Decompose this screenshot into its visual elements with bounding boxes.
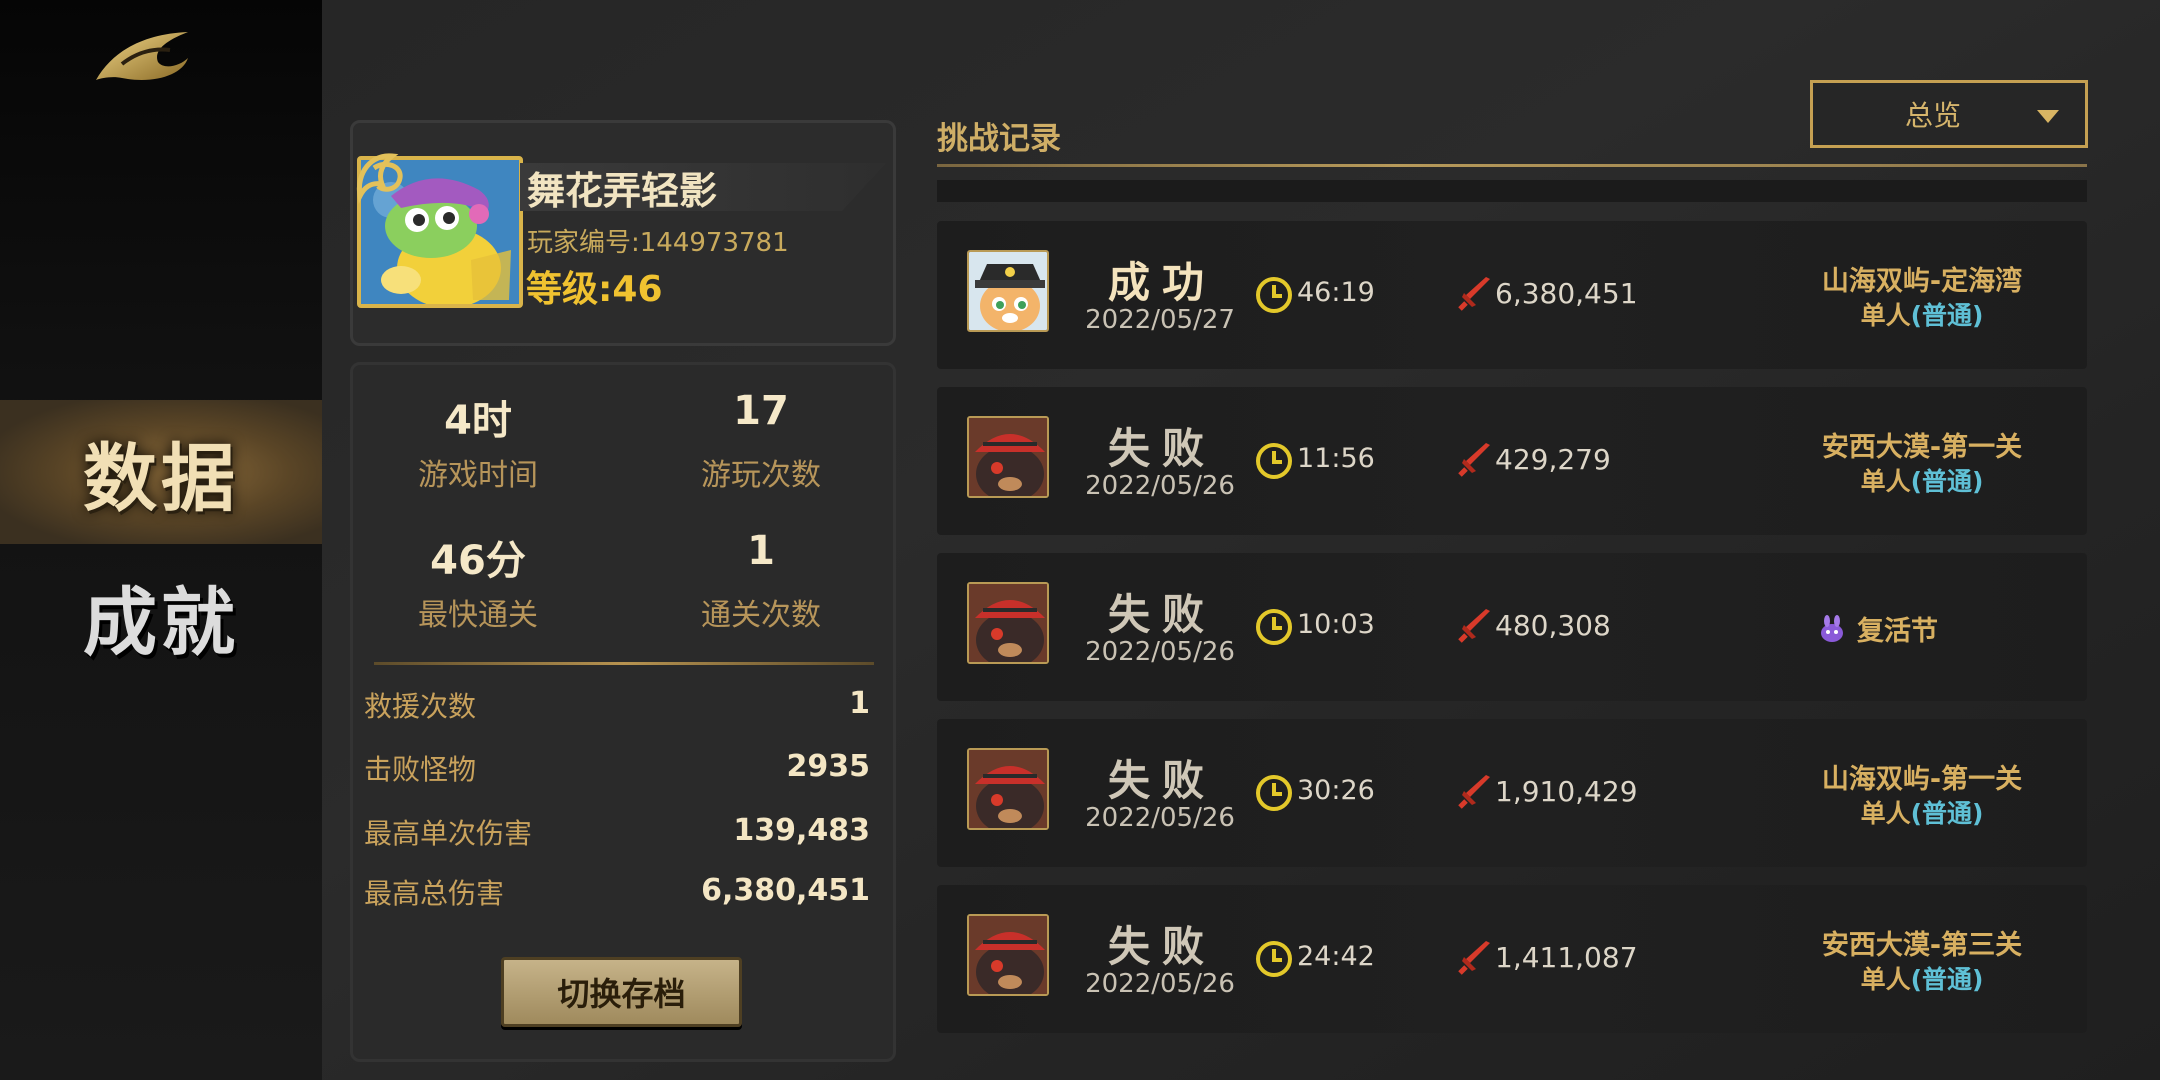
record-damage: 429,279 <box>1495 443 1611 476</box>
game-logo-icon <box>96 32 188 80</box>
record-stage: 山海双屿-定海湾 <box>1821 266 2023 297</box>
nav-tab-data[interactable]: 数据 <box>0 400 322 544</box>
clock-icon <box>1256 941 1292 977</box>
record-result: 失败 <box>1107 590 1216 639</box>
record-mode: 单人(普通) <box>1767 296 2077 332</box>
player-level: 等级:46 <box>526 269 663 310</box>
record-mode-type: 单人 <box>1860 965 1911 994</box>
nav-tab-data-label: 数据 <box>83 435 239 522</box>
sword-icon <box>1458 609 1490 643</box>
record-duration: 24:42 <box>1297 941 1375 972</box>
record-damage: 1,910,429 <box>1495 775 1638 808</box>
play-time-label: 游戏时间 <box>418 458 538 493</box>
record-row[interactable]: 成功 2022/05/27 46:19 6,380,451 山海双屿-定海湾 单… <box>937 221 2087 369</box>
record-result: 失败 <box>1107 922 1216 971</box>
record-result: 失败 <box>1107 424 1216 473</box>
monsters-defeated-value: 2935 <box>786 749 871 784</box>
record-row[interactable]: 失败 2022/05/26 11:56 429,279 安西大漠-第一关 单人(… <box>937 387 2087 535</box>
record-date: 2022/05/26 <box>1085 637 1235 667</box>
cat-character-icon <box>967 250 1049 332</box>
record-mode: 单人(普通) <box>1767 960 2077 996</box>
clock-icon <box>1256 443 1292 479</box>
record-difficulty: (普通) <box>1910 965 1984 994</box>
record-mode-type: 单人 <box>1860 467 1911 496</box>
switch-save-button[interactable]: 切换存档 <box>501 957 742 1027</box>
avatar-frame-ornament-icon <box>356 153 403 204</box>
record-damage: 6,380,451 <box>1495 277 1638 310</box>
record-result: 失败 <box>1107 756 1216 805</box>
sword-icon <box>1458 775 1490 809</box>
nav-tab-achievement[interactable]: 成就 <box>0 544 322 688</box>
records-title-underline <box>937 164 2087 167</box>
chevron-down-icon <box>2037 110 2059 123</box>
player-name: 舞花弄轻影 <box>527 169 718 213</box>
record-row[interactable]: 失败 2022/05/26 30:26 1,910,429 山海双屿-第一关 单… <box>937 719 2087 867</box>
record-mode-type: 单人 <box>1860 799 1911 828</box>
record-duration: 30:26 <box>1297 775 1375 806</box>
record-event: 复活节 <box>1817 609 2057 648</box>
bear-character-icon <box>967 582 1049 664</box>
record-difficulty: (普通) <box>1910 799 1984 828</box>
rescue-count-value: 1 <box>849 686 870 721</box>
clear-count-label: 通关次数 <box>701 598 821 633</box>
record-date: 2022/05/26 <box>1085 803 1235 833</box>
max-single-damage-label: 最高单次伤害 <box>364 817 533 850</box>
record-difficulty: (普通) <box>1910 467 1984 496</box>
record-mode: 单人(普通) <box>1767 794 2077 830</box>
max-total-damage-label: 最高总伤害 <box>364 877 505 910</box>
sword-icon <box>1458 277 1490 311</box>
record-damage: 480,308 <box>1495 609 1611 642</box>
record-date: 2022/05/26 <box>1085 471 1235 501</box>
sidebar: 数据 成就 <box>0 0 322 1080</box>
record-stage: 山海双屿-第一关 <box>1821 764 2023 795</box>
records-filter-dropdown[interactable]: 总览 <box>1810 80 2088 148</box>
easter-event-icon <box>1821 614 1843 642</box>
sword-icon <box>1458 443 1490 477</box>
bear-character-icon <box>967 748 1049 830</box>
records-header-strip <box>937 180 2087 202</box>
record-stage: 安西大漠-第三关 <box>1821 930 2023 961</box>
max-single-damage-value: 139,483 <box>733 813 870 848</box>
record-mode: 单人(普通) <box>1767 462 2077 498</box>
monsters-defeated-label: 击败怪物 <box>364 753 477 786</box>
record-result: 成功 <box>1107 258 1216 307</box>
record-duration: 46:19 <box>1297 277 1375 308</box>
max-total-damage-value: 6,380,451 <box>701 873 870 908</box>
records-title: 挑战记录 <box>937 121 1061 157</box>
record-duration: 11:56 <box>1297 443 1375 474</box>
play-count-value: 17 <box>733 388 789 434</box>
player-id: 玩家编号:144973781 <box>527 228 789 258</box>
clear-count-value: 1 <box>747 528 775 574</box>
record-row[interactable]: 失败 2022/05/26 10:03 480,308 复活节 <box>937 553 2087 701</box>
record-duration: 10:03 <box>1297 609 1375 640</box>
stats-divider <box>374 662 874 665</box>
clock-icon <box>1256 609 1292 645</box>
rescue-count-label: 救援次数 <box>364 690 477 723</box>
record-mode-type: 单人 <box>1860 301 1911 330</box>
record-stage: 安西大漠-第一关 <box>1821 432 2023 463</box>
clock-icon <box>1256 277 1292 313</box>
bear-character-icon <box>967 914 1049 996</box>
clock-icon <box>1256 775 1292 811</box>
play-time-value: 4时 <box>444 398 512 444</box>
record-date: 2022/05/26 <box>1085 969 1235 999</box>
nav-tab-achievement-label: 成就 <box>83 579 239 666</box>
record-event-name: 复活节 <box>1857 616 1938 647</box>
sword-icon <box>1458 941 1490 975</box>
record-row[interactable]: 失败 2022/05/26 24:42 1,411,087 安西大漠-第三关 单… <box>937 885 2087 1033</box>
bear-character-icon <box>967 416 1049 498</box>
record-damage: 1,411,087 <box>1495 941 1638 974</box>
fastest-clear-value: 46分 <box>430 538 526 584</box>
fastest-clear-label: 最快通关 <box>418 598 538 633</box>
record-date: 2022/05/27 <box>1085 305 1235 335</box>
record-difficulty: (普通) <box>1910 301 1984 330</box>
switch-save-label: 切换存档 <box>557 975 686 1013</box>
records-filter-value: 总览 <box>1904 99 1961 132</box>
play-count-label: 游玩次数 <box>701 458 821 493</box>
